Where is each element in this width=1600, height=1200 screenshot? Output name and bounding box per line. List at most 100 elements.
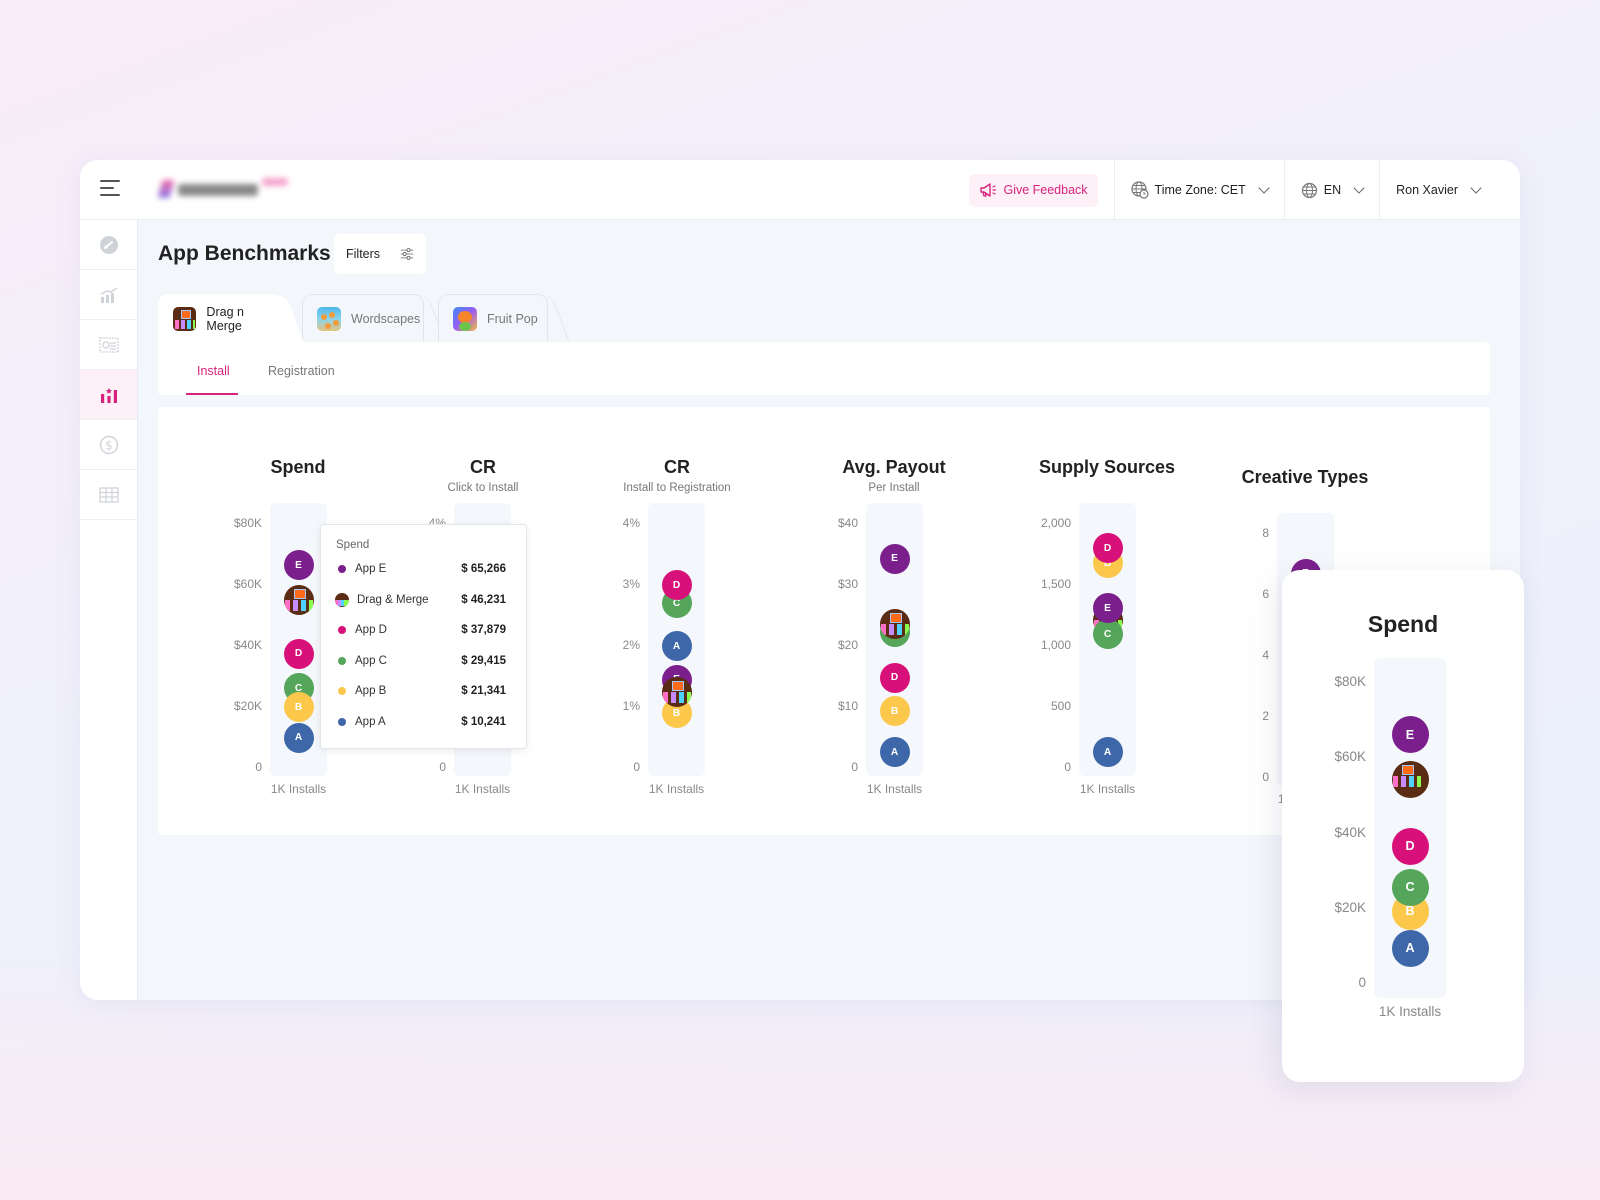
sidebar-item-benchmarks[interactable] <box>80 370 137 420</box>
page-title: App Benchmarks <box>158 242 331 265</box>
svg-text:$: $ <box>105 438 113 452</box>
report-card-icon <box>98 336 119 353</box>
data-point-drag-and-merge[interactable] <box>283 585 314 616</box>
y-tick-label: 0 <box>633 760 640 774</box>
data-point-app-d[interactable]: D <box>661 570 692 600</box>
chart-title: Supply Sources <box>1038 457 1176 477</box>
tooltip-row: App B $ 21,341 <box>336 681 506 701</box>
chart-subtitle: Per Install <box>868 482 920 494</box>
tab-drag-n-merge[interactable]: Drag n Merge <box>158 294 282 342</box>
tooltip-row-label: App A <box>355 715 386 728</box>
data-point-app-b[interactable]: B <box>283 692 314 722</box>
y-tick-label: $80K <box>233 516 262 530</box>
tooltip-row-value: $ 29,415 <box>461 654 506 667</box>
chart-title: Avg. Payout <box>842 457 946 477</box>
timezone-selector[interactable]: Time Zone: CET <box>1115 160 1285 220</box>
tab-label: Fruit Pop <box>487 311 538 326</box>
tab-fruit-pop[interactable]: Fruit Pop <box>438 294 548 342</box>
data-point-app-e[interactable]: E <box>1092 593 1123 624</box>
tooltip-row-value: $ 10,241 <box>461 715 506 728</box>
wordscapes-app-icon <box>317 306 341 331</box>
chart-spend: Spend 0 $20K $40K $60K $80K 1K Installs E D B C A <box>1282 570 1524 1082</box>
y-tick-label: $80K <box>1334 674 1366 689</box>
y-tick-label: 0 <box>1064 760 1071 774</box>
chart-title: Spend <box>1367 611 1439 637</box>
data-point-app-d[interactable]: D <box>1391 827 1429 865</box>
data-point-app-b[interactable]: B <box>879 696 910 727</box>
tooltip-row: App E $ 65,266 <box>336 559 506 579</box>
y-tick-label: $20 <box>837 638 858 652</box>
data-point-app-d[interactable]: D <box>879 662 910 693</box>
y-tick-label: 2% <box>622 638 640 652</box>
sidebar-item-analytics[interactable] <box>80 270 137 320</box>
y-tick-label: $40K <box>233 638 262 652</box>
tab-label: Wordscapes <box>351 311 421 326</box>
top-bar: Give Feedback Time Zone: CET EN Ron Xavi… <box>80 160 1520 220</box>
tab-registration[interactable]: Registration <box>268 364 335 378</box>
data-point-drag-and-merge[interactable] <box>661 676 692 707</box>
language-label: EN <box>1323 183 1342 197</box>
dollar-circle-icon: $ <box>99 435 118 454</box>
user-menu[interactable]: Ron Xavier <box>1380 160 1520 220</box>
tab-wordscapes[interactable]: Wordscapes <box>302 294 424 342</box>
y-tick-label: 1,500 <box>1040 577 1071 591</box>
data-point-app-c[interactable]: C <box>1092 619 1123 650</box>
data-point-app-e[interactable]: E <box>283 550 314 581</box>
drag-n-merge-app-icon <box>335 592 349 607</box>
data-point-app-c[interactable]: C <box>1391 868 1429 906</box>
data-point-drag-and-merge[interactable] <box>879 609 910 640</box>
data-point-app-a[interactable]: A <box>1092 737 1123 768</box>
data-point-app-d[interactable]: D <box>283 638 314 669</box>
y-tick-label: $10 <box>837 699 858 713</box>
y-tick-label: $20K <box>233 699 262 713</box>
sidebar-item-billing[interactable]: $ <box>80 420 137 470</box>
y-tick-label: $60K <box>233 577 262 591</box>
filters-label: Filters <box>346 247 381 261</box>
y-tick-label: 4 <box>1262 648 1269 662</box>
tooltip-row-value: $ 21,341 <box>461 685 506 697</box>
y-tick-label: 1,000 <box>1040 638 1071 652</box>
y-tick-label: 6 <box>1262 587 1269 601</box>
y-tick-label: $60K <box>1334 749 1366 765</box>
y-tick-label: 0 <box>1262 770 1269 784</box>
chart-avg-payout-per-install: Avg. Payout Per Install 0 $10 $20 $30 $40 1K In… <box>784 407 1004 835</box>
y-tick-label: 0 <box>439 760 446 774</box>
data-point-app-a[interactable]: A <box>879 737 910 768</box>
legend-dot <box>338 656 346 665</box>
menu-icon[interactable] <box>100 180 120 196</box>
chart-subtitle: Click to Install <box>447 482 519 494</box>
metric-tabs: Install Registration <box>158 342 1490 395</box>
tab-install[interactable]: Install <box>197 364 230 378</box>
data-point-drag-and-merge[interactable] <box>1391 761 1429 799</box>
y-tick-label: 1% <box>622 699 640 713</box>
data-point-app-e[interactable]: E <box>879 543 910 574</box>
tooltip-row: App C $ 29,415 <box>336 651 506 671</box>
growth-chart-icon <box>100 286 117 303</box>
legend-dot <box>338 687 346 695</box>
tooltip-row-value: $ 65,266 <box>461 563 506 575</box>
filters-button[interactable]: Filters <box>334 234 426 274</box>
tooltip-row: App A $ 10,241 <box>336 712 506 732</box>
chart-subtitle: Install to Registration <box>623 482 731 494</box>
data-point-app-a[interactable]: A <box>661 631 692 661</box>
sidebar-item-reports[interactable] <box>80 320 137 370</box>
data-point-app-a[interactable]: A <box>283 722 314 753</box>
y-tick-label: 2 <box>1262 709 1269 723</box>
sliders-icon <box>400 248 414 260</box>
tooltip-row-label: Drag & Merge <box>357 593 429 606</box>
x-axis-label: 1K Installs <box>454 782 511 796</box>
sidebar-item-tables[interactable] <box>80 470 137 520</box>
data-point-app-d[interactable]: D <box>1092 533 1123 564</box>
bar-chart-star-icon <box>100 387 117 403</box>
give-feedback-button[interactable]: Give Feedback <box>969 173 1098 207</box>
data-point-app-a[interactable]: A <box>1391 929 1429 967</box>
sidebar-item-dashboard[interactable] <box>80 220 137 270</box>
brand-logo[interactable] <box>156 174 296 204</box>
data-point-app-e[interactable]: E <box>1391 716 1429 754</box>
table-grid-icon <box>98 486 119 503</box>
x-axis-label: 1K Installs <box>866 782 923 796</box>
active-tab-indicator <box>186 393 238 395</box>
language-selector[interactable]: EN <box>1285 160 1381 220</box>
chart-title: CR <box>664 457 690 477</box>
globe-icon <box>1301 182 1317 198</box>
